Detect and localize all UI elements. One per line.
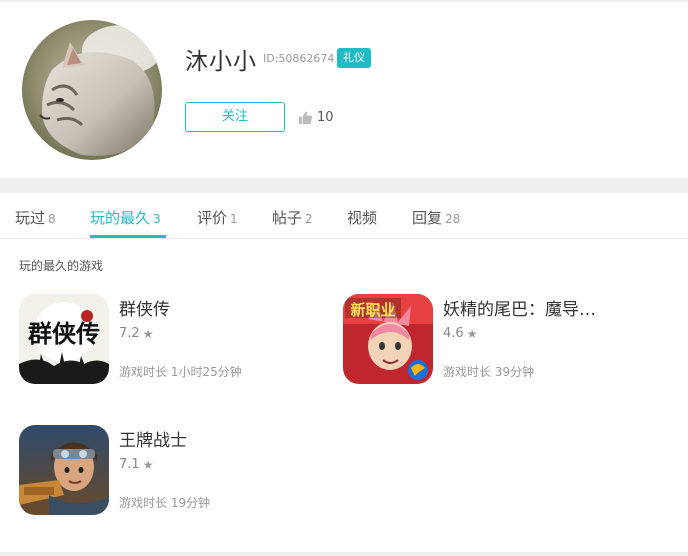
rating-value: 4.6 (443, 326, 464, 341)
game-rating: 7.1 ★ (119, 457, 153, 472)
tab-count: 2 (305, 212, 313, 226)
star-icon: ★ (142, 457, 154, 472)
username: 沐小小 (185, 49, 257, 75)
tab-replies[interactable]: 回复 28 (412, 207, 460, 228)
game-item-wangpai-zhanshi[interactable]: 王牌战士 7.1 ★ 游戏时长 19分钟 (19, 425, 319, 517)
tab-videos[interactable]: 视频 (347, 207, 377, 228)
tab-label: 视频 (347, 209, 378, 227)
game-item-qunxiazhuan[interactable]: 群侠传 群侠传 7.2 ★ 游戏时长 1小时25分钟 (19, 294, 319, 386)
rating-value: 7.1 (119, 457, 140, 472)
tab-count: 3 (153, 212, 161, 226)
game-rating: 7.2 ★ (119, 326, 153, 341)
rating-value: 7.2 (119, 326, 140, 341)
tab-longest-played[interactable]: 玩的最久 3 (90, 207, 161, 228)
avatar[interactable] (22, 20, 162, 160)
thumbs-up-icon (298, 110, 313, 125)
tab-count: 8 (48, 212, 56, 226)
like-button[interactable]: 10 (298, 108, 334, 126)
tab-posts[interactable]: 帖子 2 (272, 207, 313, 228)
game-playtime: 游戏时长 1小时25分钟 (119, 365, 242, 379)
tab-reviews[interactable]: 评价 1 (197, 207, 238, 228)
game-name: 妖精的尾巴：魔导… (443, 300, 596, 320)
tab-label: 帖子 (272, 209, 303, 227)
tab-count: 1 (230, 212, 238, 226)
game-name: 王牌战士 (119, 431, 187, 451)
game-name: 群侠传 (119, 300, 170, 320)
tab-bar: 玩过 8 玩的最久 3 评价 1 帖子 2 视频 回复 28 (0, 193, 688, 239)
tab-label: 玩的最久 (90, 209, 151, 227)
active-tab-indicator (90, 235, 166, 238)
tab-count: 28 (445, 212, 461, 226)
tab-label: 玩过 (15, 209, 46, 227)
bottom-divider (0, 552, 688, 556)
tab-played[interactable]: 玩过 8 (15, 207, 56, 228)
star-icon: ★ (142, 326, 154, 341)
like-count: 10 (317, 109, 334, 125)
tab-label: 回复 (412, 209, 443, 227)
user-badge[interactable]: 礼仪 (337, 48, 371, 68)
game-icon-text: 群侠传 (28, 319, 100, 348)
follow-button[interactable]: 关注 (185, 102, 285, 132)
game-icon: 群侠传 (19, 294, 109, 384)
tab-label: 评价 (197, 209, 228, 227)
game-playtime: 游戏时长 39分钟 (443, 365, 535, 379)
content-card: 玩过 8 玩的最久 3 评价 1 帖子 2 视频 回复 28 玩的最久的游戏 群侠传 (0, 193, 688, 552)
game-item-fairy-tail[interactable]: 新职业 妖精的尾巴：魔导… 4.6 ★ 游戏时长 39分钟 (343, 294, 643, 386)
section-title: 玩的最久的游戏 (19, 259, 104, 273)
cat-avatar-image (22, 20, 162, 160)
game-icon: 新职业 (343, 294, 433, 384)
game-rating: 4.6 ★ (443, 326, 477, 341)
game-icon-text: 新职业 (350, 301, 395, 319)
profile-card: 沐小小 ID:50862674 礼仪 关注 10 (0, 2, 688, 178)
game-playtime: 游戏时长 19分钟 (119, 496, 211, 510)
star-icon: ★ (466, 326, 478, 341)
game-icon (19, 425, 109, 515)
user-id: ID:50862674 (263, 52, 335, 65)
